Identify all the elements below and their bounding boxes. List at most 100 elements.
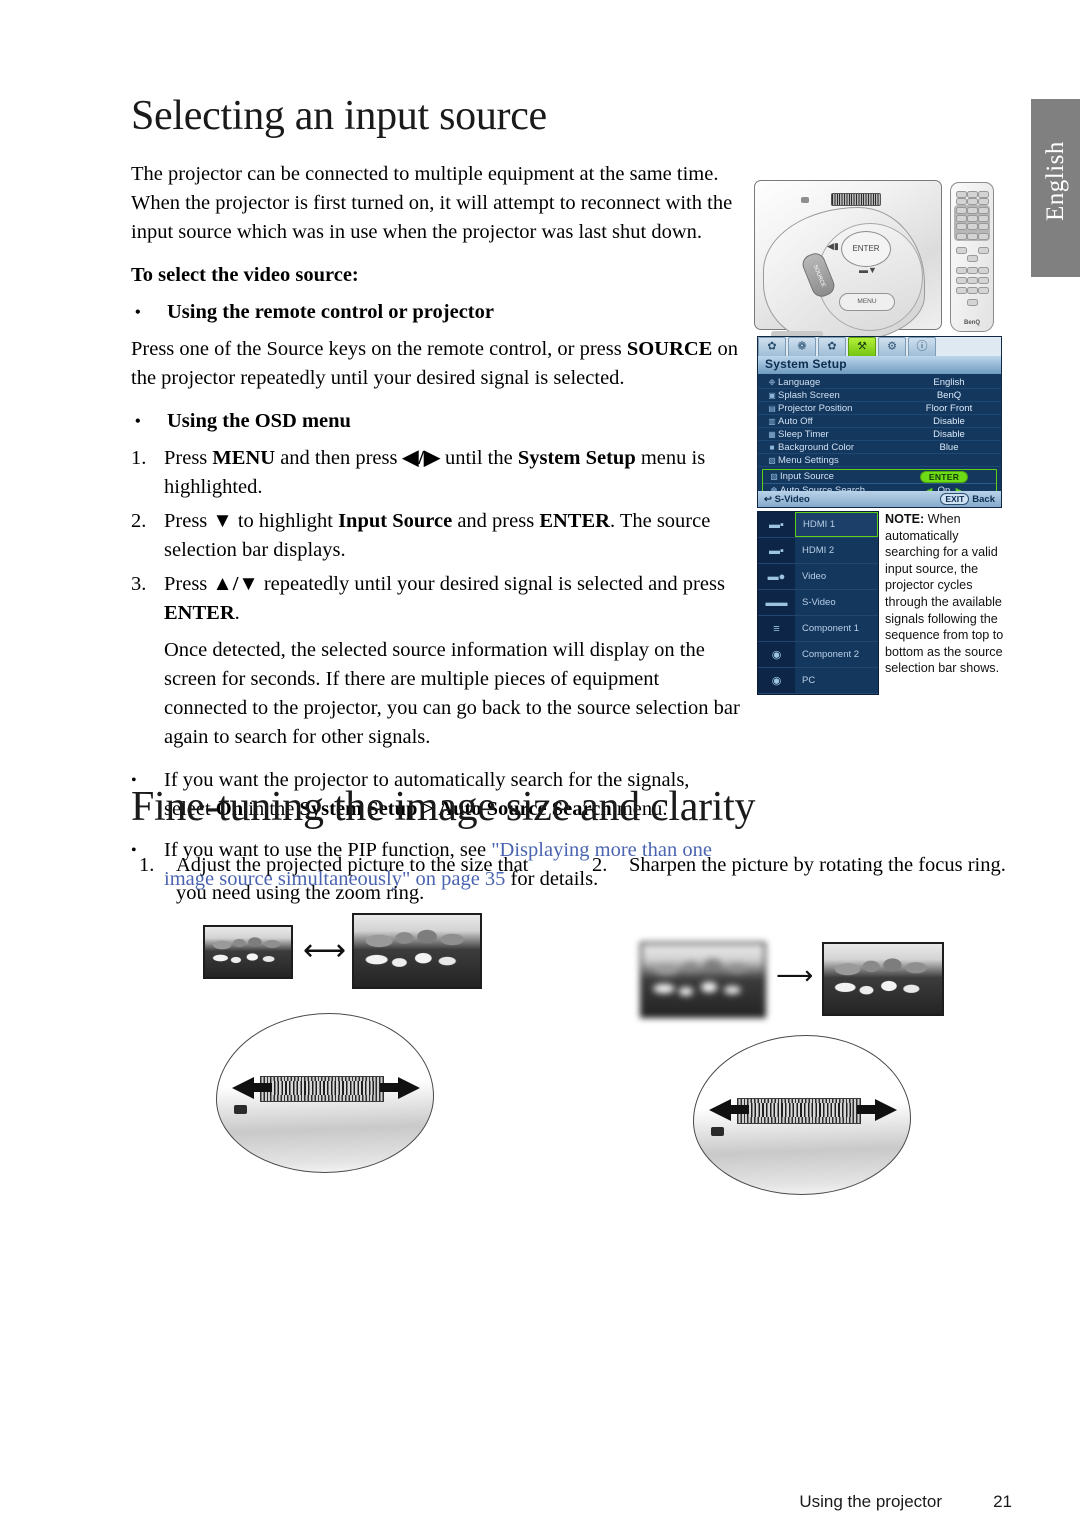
projector-top-view-image: ◀▮ ▬▼ ENTER SOURCE MENU bbox=[754, 180, 942, 344]
source-item-video[interactable]: ▬● Video bbox=[758, 564, 878, 590]
page-title-fine-tuning: Fine-tuning the image size and clarity bbox=[131, 784, 756, 830]
remote-key-grid bbox=[955, 189, 989, 321]
system-setup-advanced-icon: ⚙ bbox=[887, 340, 897, 353]
source-item-video-label: Video bbox=[795, 564, 878, 589]
osd-row-input-source-label: Input Source bbox=[780, 471, 834, 482]
osd-row-auto-off[interactable]: ▥ Auto Off Disable bbox=[758, 415, 1001, 428]
remote-control-image: BenQ bbox=[950, 182, 994, 332]
osd-row-menu-settings[interactable]: ▧ Menu Settings bbox=[758, 454, 1001, 467]
focus-ring-inner-band bbox=[747, 1103, 851, 1117]
step-3: 3. Press ▲/▼ repeatedly until your desir… bbox=[131, 570, 741, 628]
step-3-part2: repeatedly until your desired signal is … bbox=[258, 573, 725, 595]
step-1-text: Press MENU and then press ◀/▶ until the … bbox=[164, 444, 741, 502]
enter-badge[interactable]: ENTER bbox=[919, 470, 969, 483]
step-3-part1: Press bbox=[164, 573, 213, 595]
note-callout: NOTE: When automatically searching for a… bbox=[885, 511, 1007, 677]
source-item-s-video[interactable]: ▬▬ S-Video bbox=[758, 590, 878, 616]
step-3-enter-key: ENTER bbox=[164, 602, 235, 624]
step-1-part2: and then press bbox=[275, 447, 403, 469]
step-2-enter-key: ENTER bbox=[539, 510, 610, 532]
osd-row-language[interactable]: ❉ Language English bbox=[758, 376, 1001, 389]
osd-tab-system-setup-advanced[interactable]: ⚙ bbox=[878, 337, 906, 356]
osd-row-auto-off-label: Auto Off bbox=[778, 415, 813, 427]
d-sub-connector-icon: ◉ bbox=[771, 649, 782, 661]
osd-row-menu-settings-label: Menu Settings bbox=[778, 454, 839, 466]
osd-menu-screenshot: ✿ ❁ ✿ ⚒ ⚙ ⓘ System Setup ❉ Language Engl… bbox=[757, 336, 1002, 508]
remote-instruction-part1: Press one of the Source keys on the remo… bbox=[131, 338, 627, 360]
picture-advanced-icon: ❁ bbox=[797, 340, 807, 353]
subheading-select-video-source: To select the video source: bbox=[131, 264, 359, 286]
intro-paragraph: The projector can be connected to multip… bbox=[131, 163, 733, 243]
exit-key-badge: EXIT bbox=[940, 493, 970, 505]
osd-footer-exit[interactable]: EXIT Back bbox=[940, 493, 995, 505]
source-item-hdmi-1[interactable]: ▬▪ HDMI 1 bbox=[758, 512, 878, 538]
step-1: 1. Press MENU and then press ◀/▶ until t… bbox=[131, 444, 741, 502]
fine-tuning-step-2-number: 2. bbox=[592, 854, 608, 876]
display-icon: ✿ bbox=[827, 340, 837, 353]
focus-sharp-image-photo bbox=[822, 942, 944, 1016]
step-2-text: Press ▼ to highlight Input Source and pr… bbox=[164, 507, 741, 565]
bullet-dot-icon: • bbox=[135, 304, 141, 321]
zoom-large-image-photo bbox=[352, 913, 482, 989]
osd-row-sleep-timer[interactable]: ▦ Sleep Timer Disable bbox=[758, 428, 1001, 441]
osd-footer-bar: ↩ S-Video EXIT Back bbox=[758, 491, 1001, 507]
language-side-tab-label: English bbox=[1042, 141, 1069, 221]
source-item-hdmi-2[interactable]: ▬▪ HDMI 2 bbox=[758, 538, 878, 564]
osd-row-input-source[interactable]: ▨ Input Source ENTER bbox=[763, 470, 996, 483]
step-1-menu-key: MENU bbox=[212, 447, 276, 469]
projector-ir-sensor-icon bbox=[801, 197, 809, 203]
osd-row-background-color[interactable]: ■ Background Color Blue bbox=[758, 441, 1001, 454]
zoom-arrow-right-icon bbox=[398, 1077, 420, 1099]
fine-tuning-step-2: 2. Sharpen the picture by rotating the f… bbox=[592, 851, 1012, 879]
zoom-arrow-left-icon bbox=[232, 1077, 254, 1099]
osd-tab-display[interactable]: ✿ bbox=[818, 337, 846, 356]
source-item-pc-label: PC bbox=[795, 668, 878, 693]
focus-ring-diagram bbox=[693, 1035, 911, 1195]
osd-tab-information[interactable]: ⓘ bbox=[908, 337, 936, 356]
step-3-number: 3. bbox=[131, 573, 147, 595]
component-connector-icon: ≡ bbox=[773, 622, 780, 635]
osd-row-language-value: English bbox=[933, 376, 965, 388]
osd-menu-title: System Setup bbox=[758, 356, 1001, 374]
osd-tab-picture-advanced[interactable]: ❁ bbox=[788, 337, 816, 356]
projector-left-arrow-icon: ◀▮ bbox=[827, 241, 839, 251]
step-1-part3: until the bbox=[439, 447, 518, 469]
step-3-part3: . bbox=[234, 602, 240, 624]
step-1-part1: Press bbox=[164, 447, 213, 469]
source-item-pc[interactable]: ◉ PC bbox=[758, 668, 878, 694]
source-item-component-1[interactable]: ≡ Component 1 bbox=[758, 616, 878, 642]
osd-row-auto-off-value: Disable bbox=[933, 415, 965, 427]
language-side-tab: English bbox=[1031, 99, 1080, 277]
remote-brand-label: BenQ bbox=[963, 320, 980, 326]
osd-tab-picture-basic[interactable]: ✿ bbox=[758, 337, 786, 356]
osd-footer-back-label: Back bbox=[972, 494, 995, 505]
osd-tab-system-setup-basic[interactable]: ⚒ bbox=[848, 337, 876, 356]
projector-enter-button: ENTER bbox=[841, 231, 891, 267]
source-item-component-2[interactable]: ◉ Component 2 bbox=[758, 642, 878, 668]
footer-page-number: 21 bbox=[993, 1492, 1012, 1511]
s-video-connector-icon: ▬▬ bbox=[765, 596, 788, 609]
step-2-number: 2. bbox=[131, 510, 147, 532]
focus-arrow-left-icon bbox=[709, 1099, 731, 1121]
step-2-down-arrow-icon: ▼ bbox=[212, 510, 233, 532]
fine-tuning-step-1-text: Adjust the projected picture to the size… bbox=[176, 854, 529, 904]
background-color-icon: ■ bbox=[769, 442, 775, 452]
note-text: When automatically searching for a valid… bbox=[885, 512, 1004, 676]
picture-basic-icon: ✿ bbox=[767, 340, 777, 353]
step-2-part2: to highlight bbox=[232, 510, 339, 532]
input-source-icon: ▨ bbox=[770, 472, 778, 481]
projector-source-button-label: SOURCE bbox=[811, 264, 827, 289]
information-icon: ⓘ bbox=[916, 340, 928, 353]
osd-row-splash-screen[interactable]: ▣ Splash Screen BenQ bbox=[758, 389, 1001, 402]
source-selection-bar: ▬▪ HDMI 1 ▬▪ HDMI 2 ▬● Video ▬▬ S-Video … bbox=[757, 511, 879, 695]
bullet-using-osd-menu: • Using the OSD menu bbox=[131, 407, 741, 436]
menu-settings-icon: ▧ bbox=[768, 455, 776, 465]
osd-row-projector-position[interactable]: ▤ Projector Position Floor Front bbox=[758, 402, 1001, 415]
projector-remote-illustration: ◀▮ ▬▼ ENTER SOURCE MENU BenQ bbox=[752, 160, 1004, 344]
detected-source-paragraph: Once detected, the selected source infor… bbox=[164, 639, 740, 748]
step-1-number: 1. bbox=[131, 447, 147, 469]
bullet-using-remote-control: • Using the remote control or projector bbox=[131, 298, 741, 327]
hdmi-connector-icon: ▬▪ bbox=[769, 518, 784, 531]
bullet-dot-icon: • bbox=[135, 413, 141, 430]
focus-arrow-right-icon bbox=[875, 1099, 897, 1121]
